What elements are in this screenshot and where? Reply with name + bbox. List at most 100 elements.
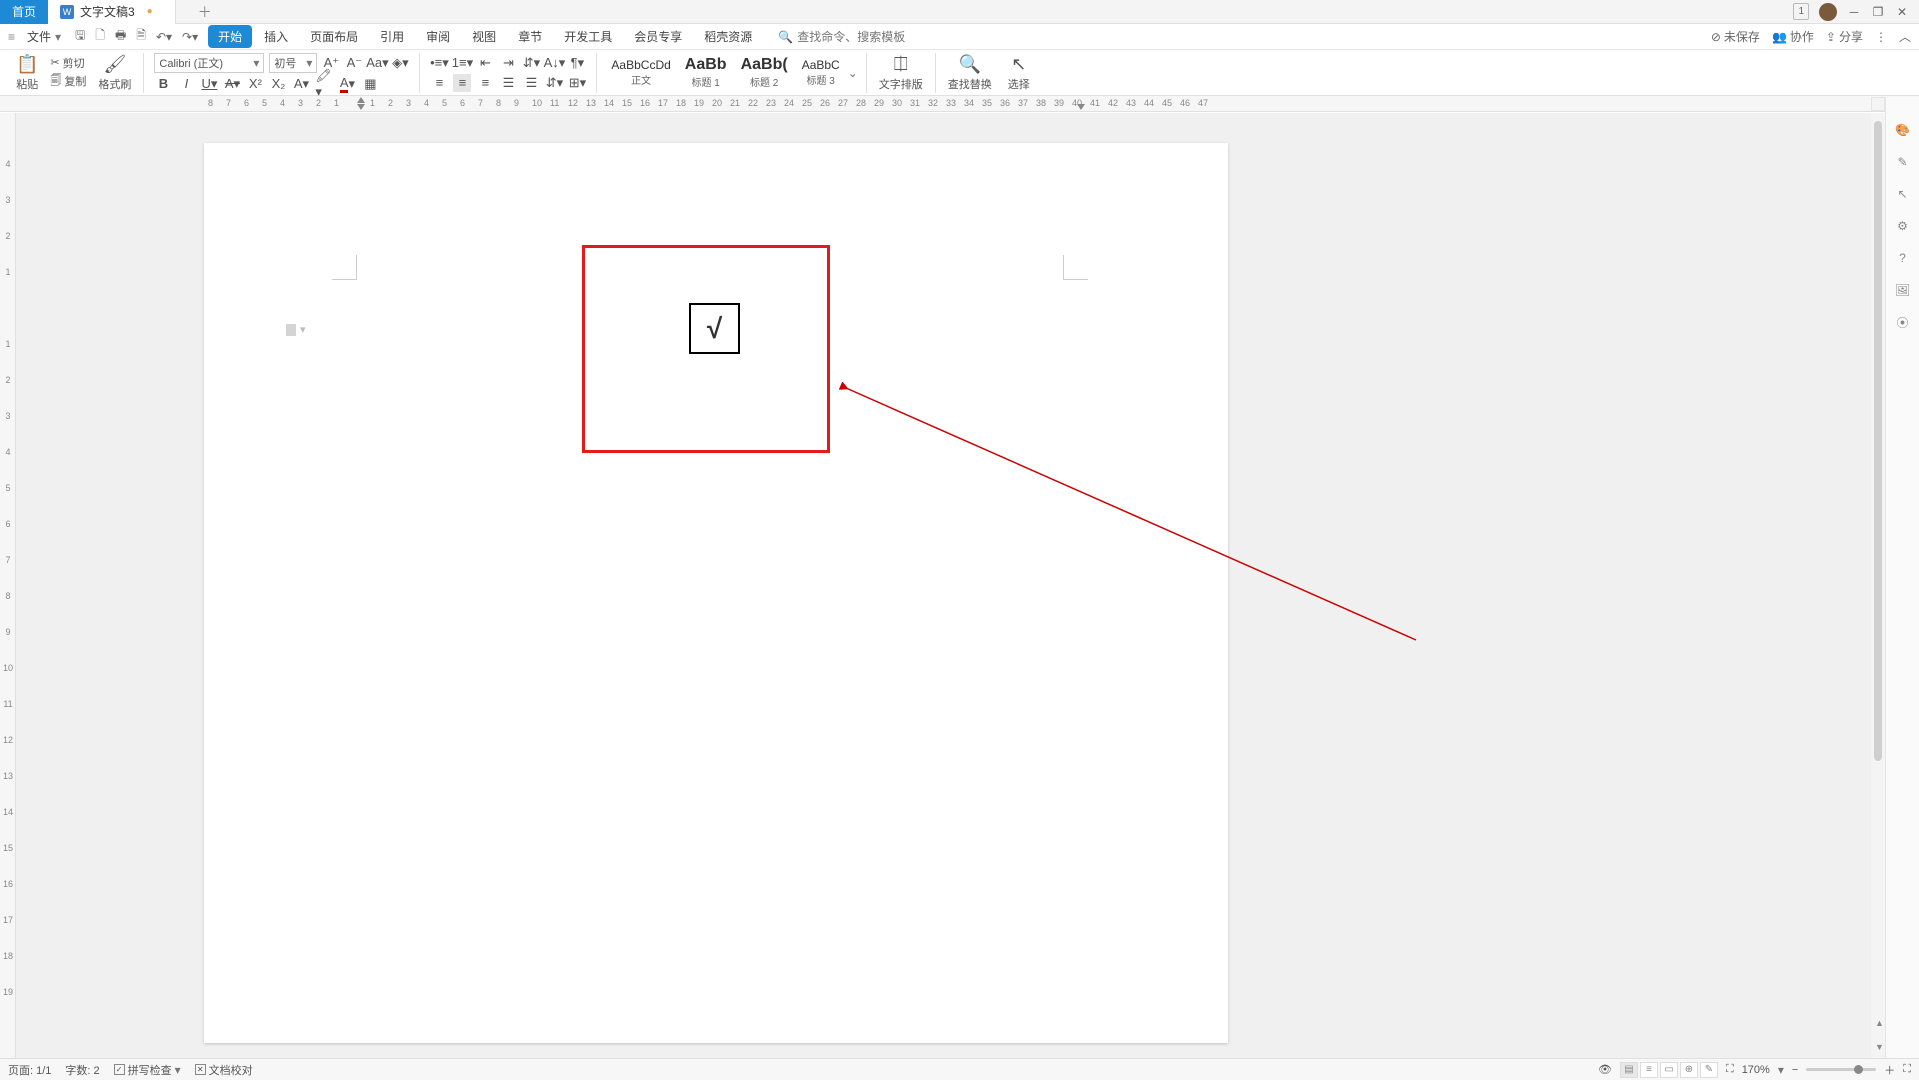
highlight-icon[interactable]: 🖍▾: [315, 75, 333, 93]
menu-member[interactable]: 会员专享: [624, 25, 692, 48]
style-heading1[interactable]: AaBb标题 1: [679, 54, 733, 91]
menu-review[interactable]: 审阅: [416, 25, 460, 48]
find-replace-button[interactable]: 🔍 查找替换: [940, 51, 1000, 95]
view-draft-icon[interactable]: ✎: [1700, 1062, 1718, 1078]
indent-increase-icon[interactable]: ⇥: [499, 54, 517, 72]
copy-button[interactable]: 🗐复制: [50, 72, 86, 91]
vertical-scrollbar[interactable]: ▲ ▼: [1871, 113, 1885, 1058]
align-justify-icon[interactable]: ☰: [499, 74, 517, 92]
paragraph-marks-icon[interactable]: ¶▾: [568, 54, 586, 72]
format-painter[interactable]: 🖌 格式刷: [90, 51, 139, 95]
line-spacing-icon[interactable]: ⇵▾: [522, 54, 540, 72]
close-icon[interactable]: ✕: [1895, 5, 1909, 19]
font-size-select[interactable]: 初号▾: [269, 53, 317, 73]
scrollbar-thumb[interactable]: [1874, 121, 1882, 761]
ruler-vertical[interactable]: 432112345678910111213141516171819: [0, 113, 16, 1058]
shading-icon[interactable]: ▦: [361, 75, 379, 93]
superscript-button[interactable]: X²: [246, 75, 264, 93]
menu-section[interactable]: 章节: [508, 25, 552, 48]
strikethrough-button[interactable]: A▾: [223, 75, 241, 93]
status-spellcheck[interactable]: ✓拼写检查▾: [114, 1062, 181, 1078]
cut-button[interactable]: ✂剪切: [50, 55, 86, 71]
text-layout-button[interactable]: ⎅ 文字排版: [871, 51, 931, 95]
indent-marker-bottom[interactable]: [357, 104, 365, 110]
italic-button[interactable]: I: [177, 75, 195, 93]
view-page-icon[interactable]: ▤: [1620, 1062, 1638, 1078]
select-button[interactable]: ↖ 选择: [1000, 51, 1038, 95]
number-list-icon[interactable]: 1≡▾: [453, 54, 471, 72]
style-heading2[interactable]: AaBb(标题 2: [735, 54, 794, 91]
fit-width-icon[interactable]: ⛶: [1726, 1063, 1734, 1076]
tab-home[interactable]: 首页: [0, 0, 48, 24]
undo-icon[interactable]: ↶▾: [154, 28, 174, 46]
zoom-out-icon[interactable]: −: [1792, 1064, 1798, 1076]
paste-group[interactable]: 📋 粘贴: [8, 51, 46, 95]
eye-icon[interactable]: 👁: [1598, 1063, 1612, 1076]
export-icon[interactable]: 🗎: [134, 24, 148, 49]
menu-layout[interactable]: 页面布局: [300, 25, 368, 48]
menu-resource[interactable]: 稻壳资源: [694, 25, 762, 48]
zoom-slider-knob[interactable]: [1854, 1065, 1863, 1074]
bullet-list-icon[interactable]: •≡▾: [430, 54, 448, 72]
settings-icon[interactable]: ⚙: [1894, 217, 1912, 235]
share-button[interactable]: ⇪分享: [1826, 28, 1863, 45]
styles-more-icon[interactable]: ⌄: [848, 66, 858, 80]
location-icon[interactable]: ⦿: [1894, 313, 1912, 331]
kebab-icon[interactable]: ⋮: [1875, 30, 1887, 44]
zoom-value[interactable]: 170%: [1742, 1064, 1770, 1076]
text-effects-icon[interactable]: A▾: [292, 75, 310, 93]
print-icon[interactable]: 🖶: [113, 24, 128, 49]
menu-devtools[interactable]: 开发工具: [554, 25, 622, 48]
align-right-icon[interactable]: ≡: [476, 74, 494, 92]
palette-icon[interactable]: 🎨: [1894, 121, 1912, 139]
status-words[interactable]: 字数: 2: [65, 1062, 99, 1078]
page-down-icon[interactable]: ▼: [1875, 1042, 1884, 1052]
align-distribute-icon[interactable]: ☰: [522, 74, 540, 92]
tab-document[interactable]: W 文字文稿3 ●: [48, 0, 176, 24]
menu-start[interactable]: 开始: [208, 25, 252, 48]
font-color-icon[interactable]: A▾: [338, 75, 356, 93]
command-search-input[interactable]: [797, 30, 917, 44]
vertical-spacing-icon[interactable]: ⇵▾: [545, 74, 563, 92]
style-normal[interactable]: AaBbCcDd正文: [605, 56, 676, 89]
select-tool-icon[interactable]: ↖: [1894, 185, 1912, 203]
view-outline-icon[interactable]: ≡: [1640, 1062, 1658, 1078]
collapse-ribbon-icon[interactable]: ︿: [1899, 28, 1911, 45]
minimize-icon[interactable]: ─: [1847, 5, 1861, 19]
image-icon[interactable]: 🖼: [1894, 281, 1912, 299]
tab-new[interactable]: ＋: [176, 0, 234, 24]
unsaved-indicator[interactable]: ⊘未保存: [1711, 28, 1760, 45]
align-center-icon[interactable]: ≡: [453, 74, 471, 92]
redo-icon[interactable]: ↷▾: [180, 28, 200, 46]
view-web-icon[interactable]: ⊕: [1680, 1062, 1698, 1078]
page-up-icon[interactable]: ▲: [1875, 1018, 1884, 1028]
subscript-button[interactable]: X₂: [269, 75, 287, 93]
avatar[interactable]: [1819, 3, 1837, 21]
sort-icon[interactable]: A↓▾: [545, 54, 563, 72]
page[interactable]: ▾ √: [204, 143, 1228, 1043]
borders-icon[interactable]: ⊞▾: [568, 74, 586, 92]
bold-button[interactable]: B: [154, 75, 172, 93]
indent-decrease-icon[interactable]: ⇤: [476, 54, 494, 72]
indent-marker-top[interactable]: [357, 97, 365, 103]
pen-icon[interactable]: ✎: [1894, 153, 1912, 171]
zoom-slider[interactable]: [1806, 1068, 1876, 1071]
underline-button[interactable]: U▾: [200, 75, 218, 93]
menu-reference[interactable]: 引用: [370, 25, 414, 48]
equation-sqrt-box[interactable]: √: [689, 303, 740, 354]
command-search[interactable]: 🔍: [778, 30, 917, 44]
align-left-icon[interactable]: ≡: [430, 74, 448, 92]
view-read-icon[interactable]: ▭: [1660, 1062, 1678, 1078]
save-icon[interactable]: 🖫: [73, 24, 87, 49]
collab-button[interactable]: 👥协作: [1772, 28, 1814, 45]
menu-file[interactable]: 文件▾: [17, 25, 71, 48]
status-page[interactable]: 页面: 1/1: [8, 1062, 51, 1078]
status-docproof[interactable]: ✕文档校对: [195, 1062, 253, 1078]
hamburger-icon[interactable]: ≡: [8, 30, 15, 44]
fullscreen-icon[interactable]: ⛶: [1903, 1063, 1911, 1076]
menu-view[interactable]: 视图: [462, 25, 506, 48]
window-badge[interactable]: 1: [1793, 3, 1809, 20]
shrink-font-icon[interactable]: A⁻: [345, 54, 363, 72]
help-icon[interactable]: ?: [1894, 249, 1912, 267]
change-case-icon[interactable]: Aa▾: [368, 54, 386, 72]
